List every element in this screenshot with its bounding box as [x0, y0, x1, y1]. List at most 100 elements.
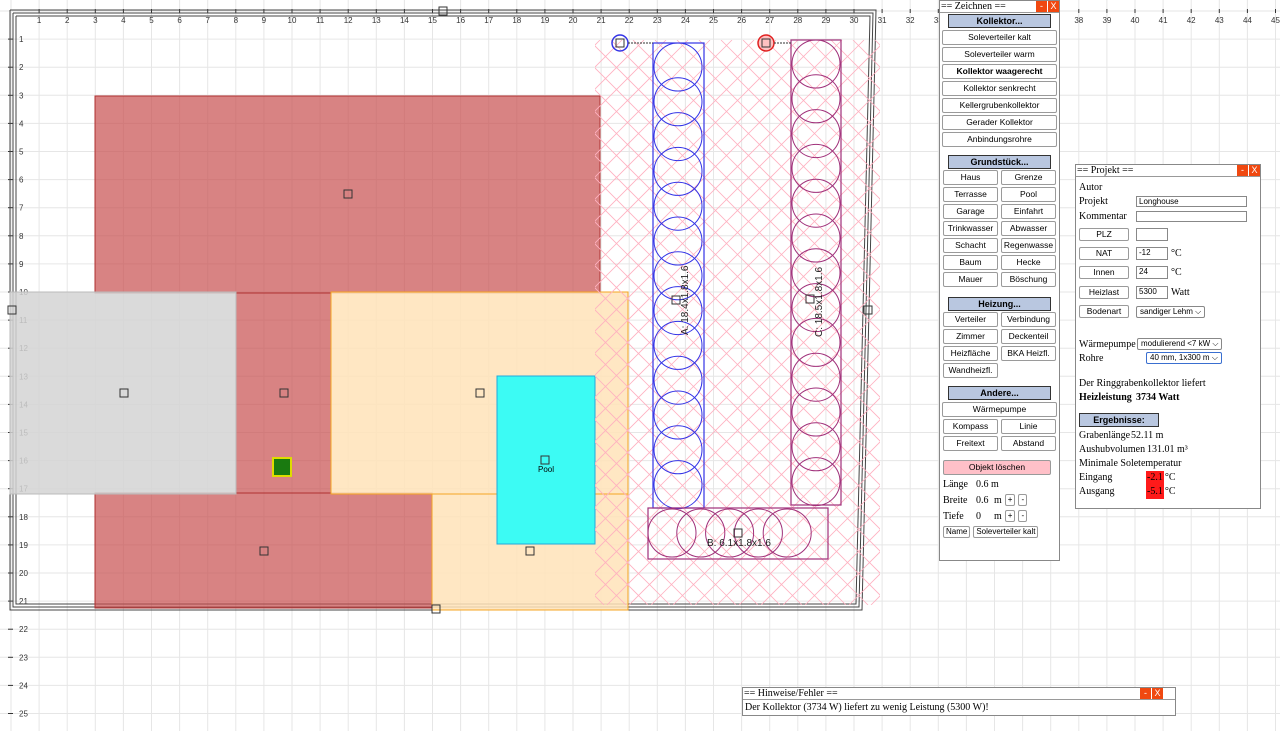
heizlast-input[interactable]: 5300 [1136, 285, 1168, 299]
freitext-button[interactable]: Freitext [943, 436, 998, 451]
section-grundstueck[interactable]: Grundstück... [948, 155, 1051, 169]
soleverteiler-warm-button[interactable]: Soleverteiler warm [942, 47, 1057, 62]
projekt-input[interactable]: Longhouse [1136, 195, 1247, 207]
section-kollektor[interactable]: Kollektor... [948, 14, 1051, 28]
breite-plus-button[interactable]: + [1004, 494, 1016, 506]
waermepumpe-button[interactable]: Wärmepumpe [942, 402, 1057, 417]
pool-shape[interactable] [496, 375, 596, 545]
trinkwasser-button[interactable]: Trinkwasser [943, 221, 998, 236]
ruler-left-label: 25 [19, 710, 28, 719]
ruler-top-label: 43 [1215, 16, 1224, 25]
minimize-icon[interactable]: - [1139, 688, 1151, 699]
soleverteiler-kalt-button[interactable]: Soleverteiler kalt [942, 30, 1057, 45]
terrasse-button[interactable]: Terrasse [943, 187, 998, 202]
regenwasser-button[interactable]: Regenwasse [1001, 238, 1056, 253]
ruler-top-label: 3 [93, 16, 98, 25]
kompass-button[interactable]: Kompass [943, 419, 998, 434]
ruler-top-label: 25 [709, 16, 718, 25]
bodenart-row: Bodenart sandiger Lehm ⌵ [1076, 302, 1260, 321]
innen-input[interactable]: 24 [1136, 266, 1168, 279]
laenge-row: Länge 0.6 m [943, 477, 1056, 491]
distributor-warm[interactable] [757, 34, 791, 52]
waermepumpe-select[interactable]: modulierend <7 kW ⌵ [1137, 338, 1223, 350]
rohre-select[interactable]: 40 mm, 1x300 m ⌵ [1146, 352, 1222, 364]
ruler-left-label: 7 [19, 204, 24, 213]
kollektor-waagerecht-button[interactable]: Kollektor waagerecht [942, 64, 1057, 79]
heizlast-button[interactable]: Heizlast [1079, 285, 1129, 299]
heizflaeche-button[interactable]: Heizfläche [943, 346, 998, 361]
breite-minus-button[interactable]: - [1018, 494, 1028, 506]
close-icon[interactable]: X [1248, 165, 1260, 176]
liefert-row: Der Ringgrabenkollektor liefert [1076, 376, 1260, 390]
delete-object-button[interactable]: Objekt löschen [943, 460, 1051, 475]
garage-button[interactable]: Garage [943, 204, 998, 219]
mauer-button[interactable]: Mauer [943, 272, 998, 287]
linie-button[interactable]: Linie [1001, 419, 1056, 434]
name-button[interactable]: Name [943, 526, 971, 538]
breite-value: 0.6 [976, 494, 989, 506]
close-icon[interactable]: X [1047, 1, 1059, 12]
schacht-button[interactable]: Schacht [943, 238, 998, 253]
close-icon[interactable]: X [1151, 688, 1163, 699]
hecke-button[interactable]: Hecke [1001, 255, 1056, 270]
grenze-button[interactable]: Grenze [1001, 170, 1056, 185]
ruler-top-label: 4 [121, 16, 126, 25]
ruler-top-label: 15 [428, 16, 437, 25]
ruler-top-label: 9 [262, 16, 267, 25]
ruler-top-label: 30 [850, 16, 859, 25]
verteiler-button[interactable]: Verteiler [943, 312, 998, 327]
object-name-field[interactable]: Soleverteiler kalt [973, 526, 1039, 538]
ruler-top-label: 7 [205, 16, 210, 25]
deckenteil-button[interactable]: Deckenteil [1001, 329, 1056, 344]
ruler-top-label: 44 [1243, 16, 1252, 25]
selected-object-handle[interactable] [272, 457, 292, 477]
plz-input[interactable] [1136, 227, 1168, 241]
einfahrt-button[interactable]: Einfahrt [1001, 204, 1056, 219]
anbindungsrohre-button[interactable]: Anbindungsrohre [942, 132, 1057, 147]
breite-row: Breite 0.6 m + - [943, 493, 1056, 507]
heizleistung-value: 3734 Watt [1136, 391, 1180, 403]
ruler-left-label: 23 [19, 653, 28, 662]
ruler-top-label: 12 [344, 16, 353, 25]
pool-button[interactable]: Pool [1001, 187, 1056, 202]
nat-input[interactable]: -12 [1136, 247, 1168, 260]
ruler-top-label: 24 [681, 16, 690, 25]
abstand-button[interactable]: Abstand [1001, 436, 1056, 451]
draw-panel-titlebar[interactable]: == Zeichnen == - X [940, 1, 1059, 13]
hints-panel-titlebar[interactable]: == Hinweise/Fehler == - X [743, 688, 1175, 700]
verbindung-button[interactable]: Verbindung [1001, 312, 1056, 327]
innen-button[interactable]: Innen [1079, 266, 1129, 279]
baum-button[interactable]: Baum [943, 255, 998, 270]
project-panel: == Projekt == - X Autor Projekt Longhous… [1075, 164, 1261, 509]
minimize-icon[interactable]: - [1035, 1, 1047, 12]
haus-button[interactable]: Haus [943, 170, 998, 185]
aushub-value: 131.01 m³ [1147, 444, 1188, 455]
tiefe-plus-button[interactable]: + [1004, 510, 1016, 522]
gerader-kollektor-button[interactable]: Gerader Kollektor [942, 115, 1057, 130]
abwasser-button[interactable]: Abwasser [1001, 221, 1056, 236]
rohre-label: Rohre [1079, 352, 1104, 364]
minsole-row: Minimale Soletemperatur [1076, 457, 1260, 471]
section-andere[interactable]: Andere... [948, 386, 1051, 400]
breite-unit: m [994, 494, 1002, 506]
bodenart-select[interactable]: sandiger Lehm ⌵ [1136, 305, 1206, 318]
tiefe-minus-button[interactable]: - [1018, 510, 1028, 522]
nat-unit: °C [1171, 248, 1182, 259]
minimize-icon[interactable]: - [1236, 165, 1248, 176]
zimmer-button[interactable]: Zimmer [943, 329, 998, 344]
section-heizung[interactable]: Heizung... [948, 297, 1051, 311]
kommentar-input[interactable] [1136, 210, 1247, 222]
plz-button[interactable]: PLZ [1079, 227, 1129, 241]
collector-a[interactable]: A: 18.4x1.8x1.6 [652, 42, 705, 510]
garage-shape[interactable] [9, 291, 237, 495]
nat-button[interactable]: NAT [1079, 247, 1129, 260]
project-panel-titlebar[interactable]: == Projekt == - X [1076, 165, 1260, 177]
boeschung-button[interactable]: Böschung [1001, 272, 1056, 287]
autor-row: Autor [1076, 180, 1260, 194]
kollektor-senkrecht-button[interactable]: Kollektor senkrecht [942, 81, 1057, 96]
kellergrubenkollektor-button[interactable]: Kellergrubenkollektor [942, 98, 1057, 113]
bodenart-button[interactable]: Bodenart [1079, 305, 1129, 318]
wandheizflaeche-button[interactable]: Wandheizfl. [943, 363, 998, 378]
distributor-cold[interactable] [611, 34, 653, 52]
bka-heizflaeche-button[interactable]: BKA Heizfl. [1001, 346, 1056, 361]
